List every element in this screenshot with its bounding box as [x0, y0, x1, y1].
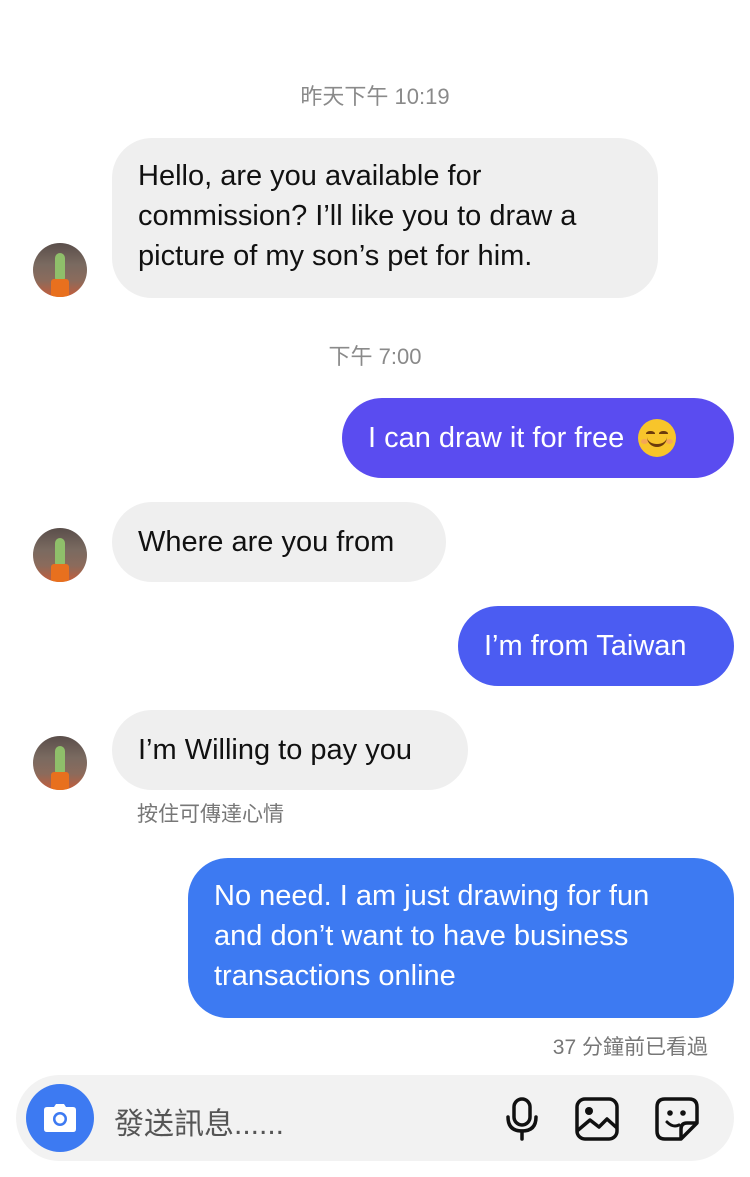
sticker-button[interactable] — [654, 1096, 700, 1142]
incoming-message[interactable]: I’m Willing to pay you — [112, 710, 468, 790]
outgoing-message[interactable]: I can draw it for free — [342, 398, 734, 478]
microphone-button[interactable] — [499, 1096, 545, 1142]
camera-button[interactable] — [26, 1084, 94, 1152]
message-text: I can draw it for free — [368, 422, 625, 454]
gallery-button[interactable] — [574, 1096, 620, 1142]
incoming-message[interactable]: Hello, are you available for commission?… — [112, 138, 658, 298]
camera-icon — [44, 1104, 76, 1132]
smiling-face-emoji-icon — [638, 419, 677, 457]
message-input[interactable]: 發送訊息...... — [114, 1099, 284, 1143]
outgoing-message[interactable]: I’m from Taiwan — [458, 606, 734, 686]
message-line: Hello, are you available for — [138, 160, 482, 192]
message-line: No need. I am just drawing for fun — [214, 880, 650, 912]
message-text: I’m from Taiwan — [484, 630, 687, 662]
incoming-message[interactable]: Where are you from — [112, 502, 446, 582]
sticker-icon — [655, 1097, 699, 1141]
avatar[interactable] — [33, 243, 87, 297]
reaction-hint: 按住可傳達心情 — [137, 803, 284, 826]
avatar[interactable] — [33, 528, 87, 582]
microphone-icon — [506, 1097, 538, 1141]
avatar[interactable] — [33, 736, 87, 790]
message-line: transactions online — [214, 960, 456, 992]
outgoing-message[interactable]: No need. I am just drawing for fun and d… — [188, 858, 734, 1018]
seen-status: 37 分鐘前已看過 — [552, 1036, 708, 1059]
message-line: picture of my son’s pet for him. — [138, 240, 533, 272]
message-text: I’m Willing to pay you — [138, 734, 412, 766]
timestamp: 下午 7:00 — [328, 344, 422, 369]
message-line: and don’t want to have business — [214, 920, 629, 952]
image-icon — [575, 1097, 619, 1141]
timestamp: 昨天下午 10:19 — [300, 84, 450, 109]
message-line: commission? I’ll like you to draw a — [138, 200, 577, 232]
message-text: Where are you from — [138, 526, 395, 558]
message-composer: 發送訊息...... — [16, 1075, 734, 1161]
